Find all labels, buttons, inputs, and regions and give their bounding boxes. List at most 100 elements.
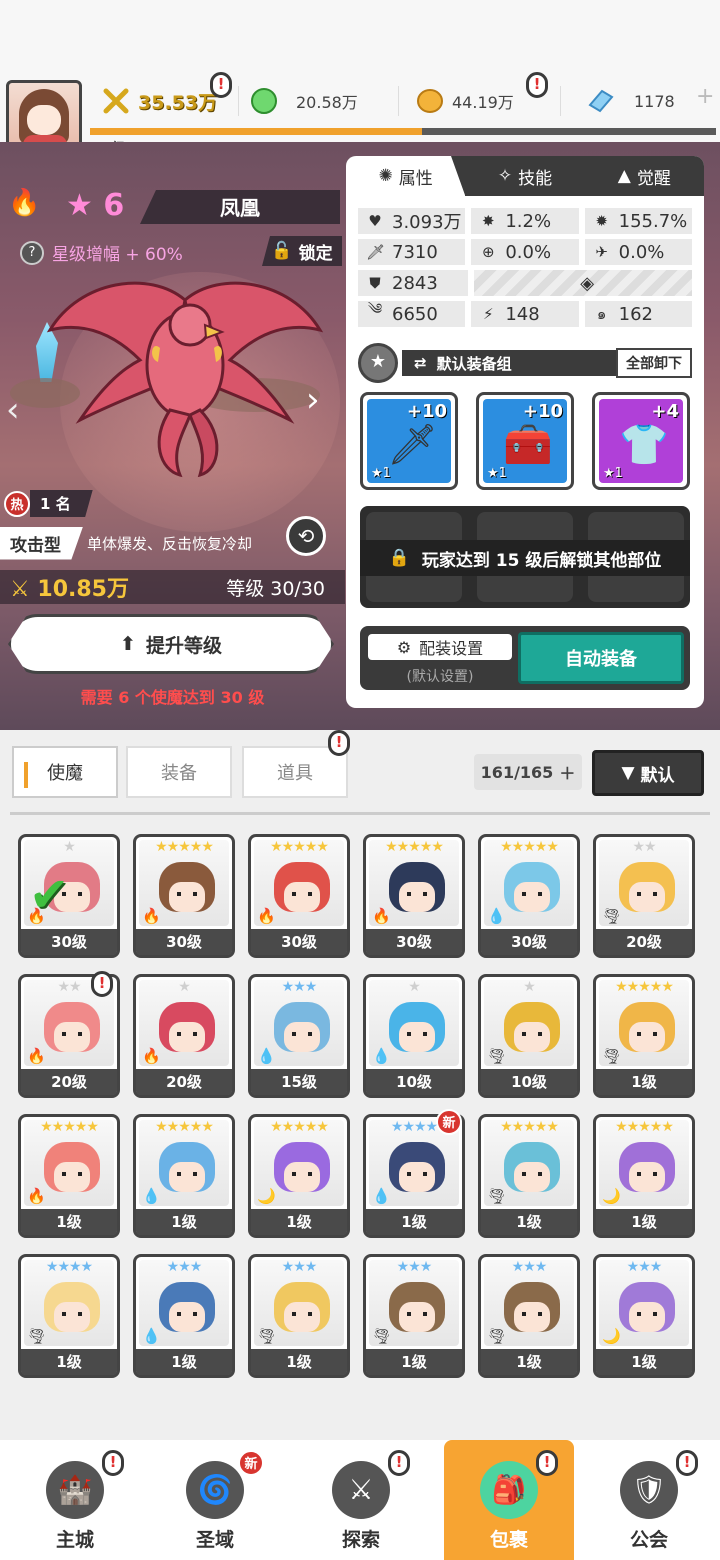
unequip-all-button[interactable]: 全部卸下 [616, 348, 692, 378]
element-icon: 💧 [372, 1047, 391, 1065]
gold-alert-icon[interactable]: ! [526, 72, 548, 98]
gear-set-selector[interactable]: ⇄ 默认装备组 [402, 350, 622, 376]
gear-set-header: ★ ⇄ 默认装备组 全部卸下 [358, 343, 692, 383]
familiar-level: 1级 [481, 1349, 577, 1375]
equip-slot-weapon[interactable]: +10 🗡 ★1 [360, 392, 458, 490]
familiar-card[interactable]: ★ 🔥 20级 [133, 974, 235, 1098]
familiar-card[interactable]: ★★★★★ 💧 30级 [478, 834, 580, 958]
familiar-card[interactable]: ★ 🔥 30级 ✔ [18, 834, 120, 958]
reset-icon[interactable]: ⟲ [286, 516, 326, 556]
tab-familiars[interactable]: 使魔 [12, 746, 118, 798]
prev-hero-arrow[interactable]: ‹ [6, 390, 20, 430]
familiar-level: 1级 [596, 1349, 692, 1375]
element-icon: 🔥 [142, 1047, 161, 1065]
familiar-card[interactable]: ★★★ 🌪 1级 [363, 1254, 465, 1378]
familiar-card[interactable]: ★★ 🔥 20级! [18, 971, 120, 1098]
power-alert-icon[interactable]: ! [210, 72, 232, 98]
familiar-card[interactable]: ★★ 🌪 20级 [593, 834, 695, 958]
element-icon: 🌙 [257, 1187, 276, 1205]
familiar-level: 30级 [136, 929, 232, 955]
familiar-card[interactable]: ★★★★★ 🌪 1级 [478, 1114, 580, 1238]
lock-icon: 🔓 [271, 241, 293, 261]
heart-icon: ♥ [368, 212, 382, 230]
star-bonus[interactable]: ? 星级增幅 + 60% [20, 240, 183, 265]
nav-vortex[interactable]: 🌀 圣域 新 [150, 1440, 280, 1560]
familiar-card[interactable]: ★★★★★ 🔥 30级 [133, 834, 235, 958]
familiar-card[interactable]: ★★★★★ 🔥 1级 [18, 1114, 120, 1238]
nav-alert-icon: ! [388, 1450, 410, 1476]
familiar-level: 1级 [596, 1069, 692, 1095]
stat-hit: ⊕ 0.0% [471, 239, 579, 265]
familiar-card[interactable]: ★★★★★ 🌙 1级 [248, 1114, 350, 1238]
star-rating: ★★★★★ [385, 839, 444, 855]
element-icon: 💧 [372, 1187, 391, 1205]
up-arrow-icon: ⬆ [120, 633, 136, 655]
sort-button[interactable]: ▼ 默认 [592, 750, 704, 796]
nav-sword[interactable]: ⚔ 探索! [296, 1440, 426, 1560]
add-currency-button[interactable]: + [696, 84, 714, 109]
stat-extra-2: ๑ 162 [584, 301, 692, 327]
wind-icon: ༄ [367, 300, 383, 318]
star-rating: ★★★ [626, 1259, 663, 1275]
star-rating: ★★★★★ [40, 1119, 99, 1135]
nav-castle[interactable]: 🏰 主城! [10, 1440, 140, 1560]
nav-label: 圣域 [195, 1529, 234, 1551]
familiar-card[interactable]: ★★★★★ 🌙 1级 [593, 1114, 695, 1238]
auto-equip-button[interactable]: 自动装备 [518, 632, 684, 684]
nav-bag[interactable]: 🎒 包裹! [444, 1440, 574, 1560]
element-icon: 🌙 [602, 1187, 621, 1205]
tab-awaken[interactable]: ▲ 觉醒 [585, 156, 704, 196]
lock-button[interactable]: 🔓 锁定 [262, 236, 342, 266]
burst-icon: ✸ [482, 212, 495, 230]
nav-new-badge: 新 [238, 1450, 264, 1476]
familiar-card[interactable]: ★★★ 💧 1级 [133, 1254, 235, 1378]
tab-attributes[interactable]: ✺ 属性 [346, 156, 466, 196]
next-hero-arrow[interactable]: › [306, 380, 320, 420]
star-rating: ★★★★★ [155, 1119, 214, 1135]
config-settings-button[interactable]: ⚙ 配装设置 [368, 634, 512, 660]
familiar-card[interactable]: ★★★★★ 🌪 1级 [593, 974, 695, 1098]
element-icon: 🌪 [487, 1047, 507, 1065]
swap-icon: ⇄ [414, 354, 427, 372]
familiar-level: 1级 [366, 1209, 462, 1235]
padlock-icon: 🔒 [388, 548, 410, 568]
diamond-icon [588, 89, 614, 113]
star-rating: ★★★ [281, 979, 318, 995]
gear-star-icon[interactable]: ★ [358, 343, 398, 383]
familiar-card[interactable]: ★★★★★ 🔥 30级 [248, 834, 350, 958]
element-icon: 🌪 [602, 1047, 622, 1065]
familiar-card[interactable]: ★★★★★ 🔥 30级 [363, 834, 465, 958]
star-rating: ★★★ [166, 1259, 203, 1275]
star-rating: ★★ [632, 839, 656, 855]
tab-skills[interactable]: ✧ 技能 [465, 156, 584, 196]
familiar-card[interactable]: ★★★ 🌙 1级 [593, 1254, 695, 1378]
familiar-card[interactable]: ★★★ 💧 15级 [248, 974, 350, 1098]
familiar-card[interactable]: ★★★ 🌪 1级 [478, 1254, 580, 1378]
familiar-card[interactable]: ★ 🌪 10级 [478, 974, 580, 1098]
skills-icon: ✧ [497, 166, 513, 186]
gold-value: 44.19万 [452, 93, 514, 112]
familiar-card[interactable]: ★ 💧 10级 [363, 974, 465, 1098]
element-icon: 🌪 [487, 1327, 507, 1345]
stat-extra-1: ⚡ 148 [471, 301, 579, 327]
castle-icon: 🏰 [46, 1461, 104, 1519]
familiar-card[interactable]: ★★★ 🌪 1级 [248, 1254, 350, 1378]
upgrade-level-button[interactable]: ⬆ 提升等级 [8, 614, 334, 674]
familiar-card[interactable]: ★★★★ 🌪 1级 [18, 1254, 120, 1378]
familiar-card[interactable]: ★★★★ 💧 1级新 [363, 1109, 465, 1238]
nav-guild[interactable]: 🛡 公会! [584, 1440, 714, 1560]
familiar-card[interactable]: ★★★★★ 💧 1级 [133, 1114, 235, 1238]
equip-slot-armor[interactable]: +4 👕 ★1 [592, 392, 690, 490]
element-icon: 🌙 [602, 1327, 621, 1345]
element-icon: 💧 [142, 1187, 161, 1205]
plus-icon[interactable]: ＋ [559, 760, 575, 784]
bag-icon: 🎒 [480, 1461, 538, 1519]
familiar-level: 10级 [366, 1069, 462, 1095]
element-icon: 💧 [142, 1327, 161, 1345]
help-icon[interactable]: ? [20, 240, 44, 265]
hot-icon: 热 [4, 490, 30, 517]
equip-slot-chest[interactable]: +10 🧰 ★1 [476, 392, 574, 490]
tab-equipment[interactable]: 装备 [126, 746, 232, 798]
star-rating: ★★★ [396, 1259, 433, 1275]
star-rating: ★★★★★ [615, 1119, 674, 1135]
